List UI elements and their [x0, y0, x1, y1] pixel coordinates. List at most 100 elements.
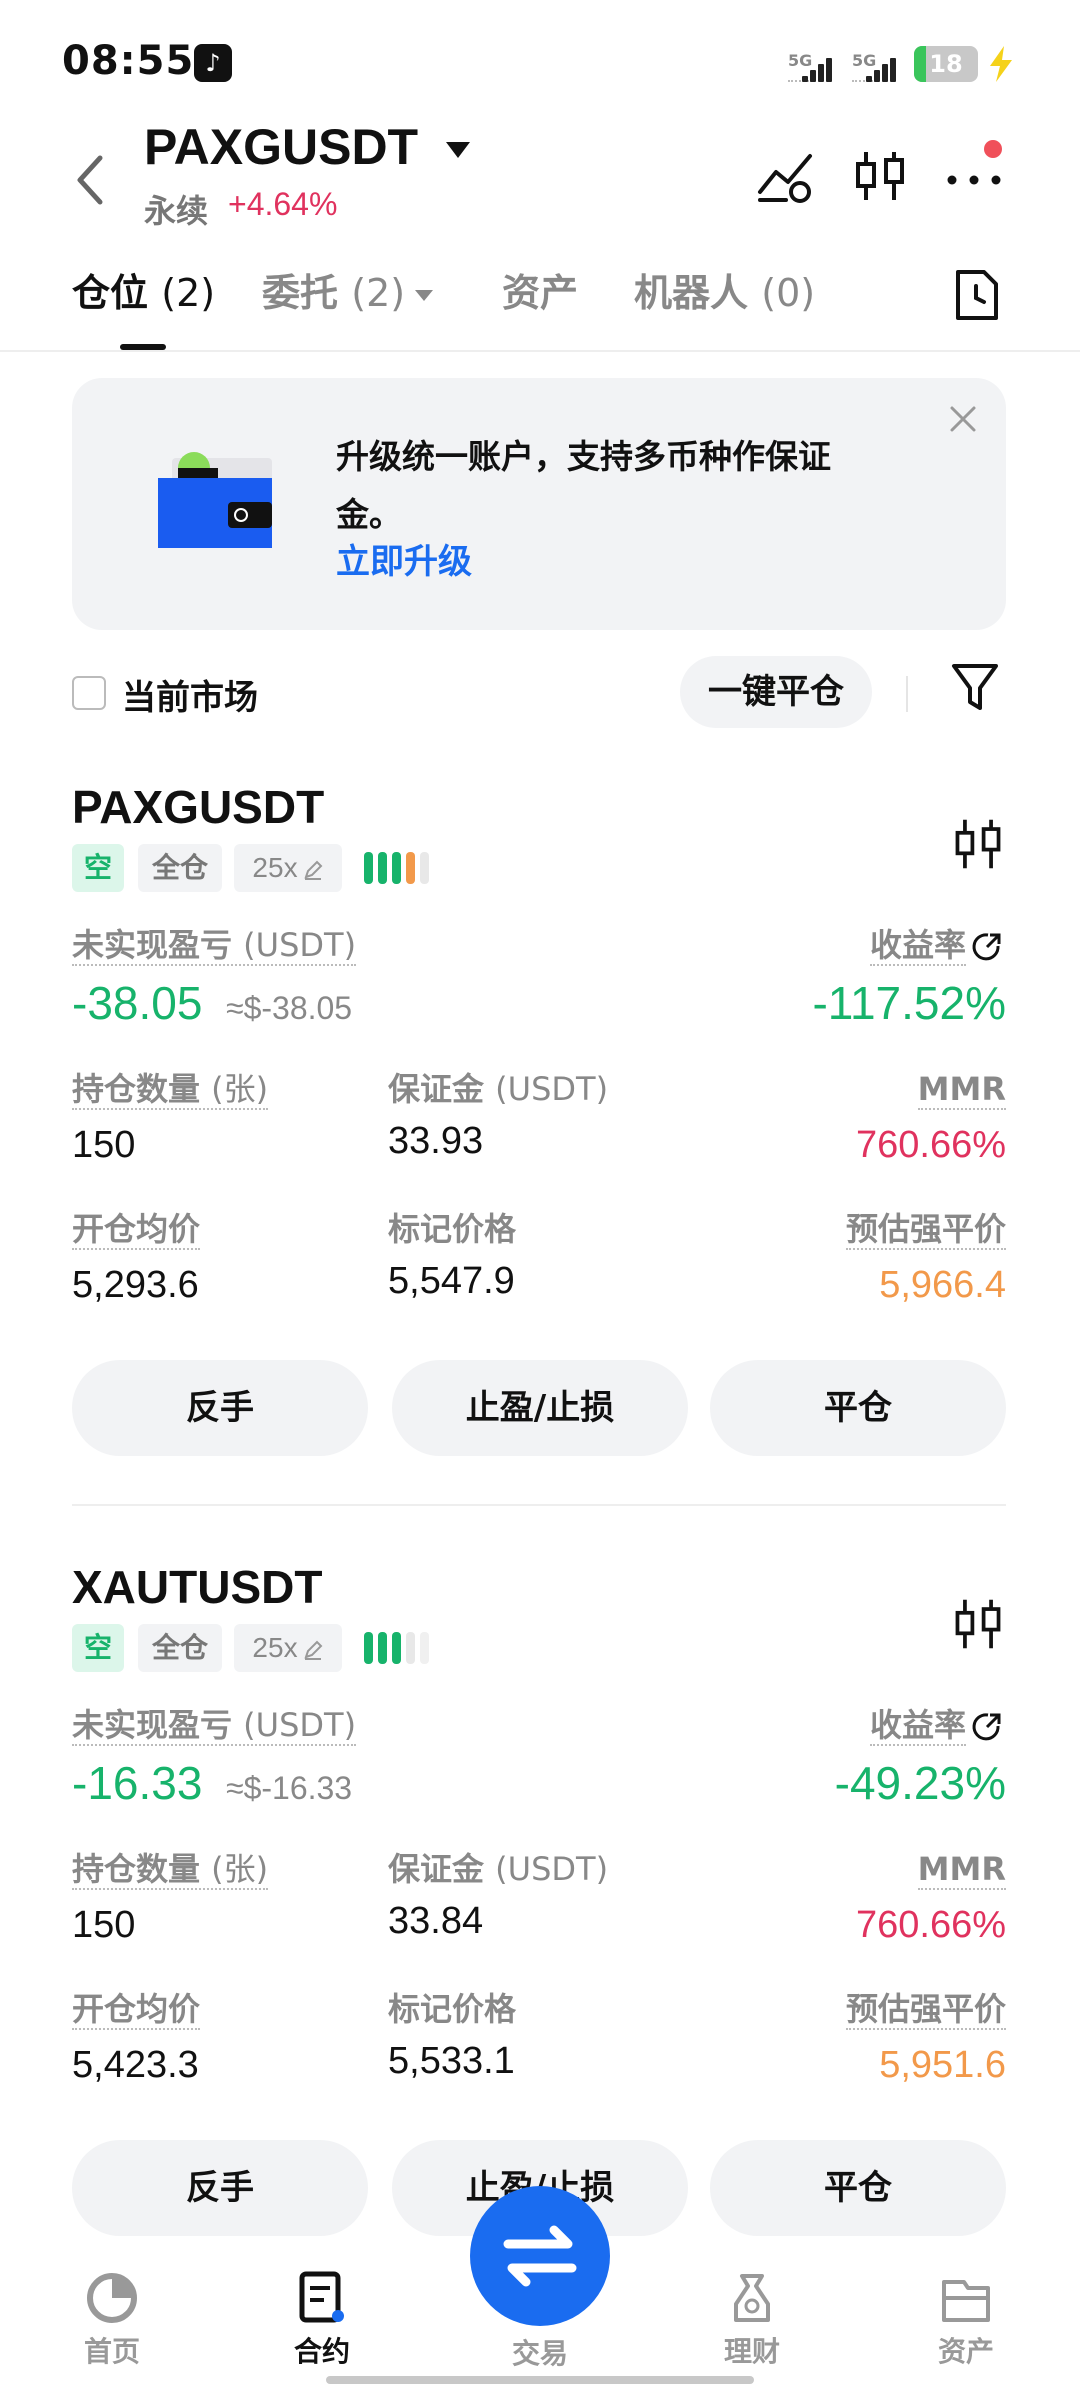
liq-price-label[interactable]: 预估强平价	[845, 1210, 1006, 1250]
mmr-value: 760.66%	[855, 1904, 1006, 1946]
unrealized-pnl-usd: ≈$-16.33	[226, 1770, 353, 1806]
contract-icon	[299, 2271, 344, 2323]
wallet-icon	[158, 452, 272, 548]
entry-price-label[interactable]: 开仓均价	[72, 1210, 201, 1250]
upgrade-link[interactable]: 立即升级	[336, 534, 472, 583]
wallet-nav-icon	[942, 2280, 990, 2322]
close-all-button[interactable]: 一键平仓	[680, 656, 872, 728]
unrealized-pnl-label[interactable]: 未实现盈亏 (USDT)	[72, 1706, 357, 1746]
qty-label[interactable]: 持仓数量 (张)	[72, 1850, 269, 1890]
divider	[906, 676, 908, 712]
caret-down-icon[interactable]	[444, 140, 472, 160]
unrealized-pnl-usd: ≈$-38.05	[226, 990, 353, 1026]
tab-bar: 仓位 (2) 委托 (2) 资产 机器人 (0)	[0, 262, 1080, 352]
side-badge: 空	[72, 844, 124, 892]
candlestick-icon[interactable]	[850, 146, 910, 206]
unrealized-pnl-label[interactable]: 未实现盈亏 (USDT)	[72, 926, 357, 966]
current-market-label[interactable]: 当前市场	[122, 670, 258, 719]
swap-icon	[503, 2225, 577, 2287]
finance-icon	[734, 2274, 770, 2322]
close-position-button[interactable]: 平仓	[710, 1360, 1006, 1456]
tp-sl-button[interactable]: 止盈/止损	[392, 1360, 688, 1456]
trade-fab-button[interactable]	[470, 2186, 610, 2326]
reverse-button[interactable]: 反手	[72, 2140, 368, 2236]
position-symbol[interactable]: PAXGUSDT	[72, 780, 324, 834]
header: PAXGUSDT 永续 +4.64%	[0, 110, 1080, 240]
position-card: PAXGUSDT 空 全仓 25x 未实现盈亏 (USDT) -38.05 ≈$…	[0, 780, 1080, 1480]
nav-assets[interactable]: 资产	[906, 2270, 1026, 2370]
margin-value: 33.93	[388, 1120, 484, 1162]
tab-underline	[120, 344, 166, 350]
reverse-button[interactable]: 反手	[72, 1360, 368, 1456]
pair-title[interactable]: PAXGUSDT	[144, 118, 418, 176]
mark-price-label: 标记价格	[388, 1990, 517, 2028]
liq-price-label[interactable]: 预估强平价	[845, 1990, 1006, 2030]
banner-text: 升级统一账户，支持多币种作保证金。	[336, 437, 831, 534]
margin-mode-badge: 全仓	[138, 1624, 222, 1672]
history-icon[interactable]	[952, 268, 1002, 322]
edit-icon	[303, 860, 322, 880]
close-position-button[interactable]: 平仓	[710, 2140, 1006, 2236]
nav-home[interactable]: 首页	[52, 2270, 172, 2370]
upgrade-banner: 升级统一账户，支持多币种作保证金。 立即升级	[72, 378, 1006, 630]
close-icon[interactable]	[948, 404, 978, 434]
roe-label[interactable]: 收益率	[869, 1706, 966, 1746]
share-icon[interactable]	[972, 1712, 1002, 1742]
home-icon	[87, 2273, 137, 2323]
side-badge: 空	[72, 1624, 124, 1672]
liq-price-value: 5,966.4	[879, 1264, 1006, 1306]
qty-value: 150	[72, 1904, 136, 1946]
nav-contracts[interactable]: 合约	[262, 2270, 382, 2370]
status-bar: 08:55 ♪ 5G 5G 18	[0, 0, 1080, 120]
candlestick-icon[interactable]	[950, 1596, 1006, 1652]
filter-icon[interactable]	[950, 660, 1000, 714]
roe-value: -117.52%	[812, 977, 1006, 1029]
notification-dot	[984, 140, 1002, 158]
tiktok-icon: ♪	[194, 44, 232, 82]
unrealized-pnl-value: -38.05	[72, 977, 203, 1029]
mark-price-label: 标记价格	[388, 1210, 517, 1248]
tab-orders[interactable]: 委托 (2)	[262, 262, 434, 317]
mark-price-value: 5,547.9	[388, 1260, 515, 1302]
signal-icon-2: 5G	[852, 44, 902, 84]
leverage-badge[interactable]: 25x	[234, 844, 342, 892]
mmr-value: 760.66%	[855, 1124, 1006, 1166]
entry-price-value: 5,293.6	[72, 1264, 199, 1306]
mmr-label[interactable]: MMR	[917, 1070, 1006, 1110]
nav-finance[interactable]: 理财	[692, 2270, 812, 2370]
qty-value: 150	[72, 1124, 136, 1166]
signal-icon: 5G	[788, 44, 838, 84]
qty-label[interactable]: 持仓数量 (张)	[72, 1070, 269, 1110]
roe-value: -49.23%	[834, 1757, 1006, 1809]
indicator-icon[interactable]	[756, 146, 816, 206]
leverage-badge[interactable]: 25x	[234, 1624, 342, 1672]
risk-indicator	[364, 852, 434, 884]
position-card: XAUTUSDT 空 全仓 25x 未实现盈亏 (USDT) -16.33 ≈$…	[0, 1560, 1080, 2236]
roe-label[interactable]: 收益率	[869, 926, 966, 966]
edit-icon	[303, 1640, 322, 1660]
margin-mode-badge: 全仓	[138, 844, 222, 892]
nav-trade[interactable]: 交易	[480, 2332, 600, 2372]
home-indicator	[326, 2376, 754, 2384]
tab-assets[interactable]: 资产	[502, 262, 578, 317]
unrealized-pnl-value: -16.33	[72, 1757, 203, 1809]
current-market-checkbox[interactable]	[72, 676, 106, 710]
price-change: +4.64%	[228, 186, 338, 222]
contract-type: 永续	[144, 192, 209, 230]
candlestick-icon[interactable]	[950, 816, 1006, 872]
margin-label: 保证金 (USDT)	[388, 1070, 609, 1108]
position-symbol[interactable]: XAUTUSDT	[72, 1560, 322, 1614]
battery-icon: 18	[914, 46, 978, 82]
tab-bots[interactable]: 机器人 (0)	[634, 262, 815, 317]
margin-label: 保证金 (USDT)	[388, 1850, 609, 1888]
risk-indicator	[364, 1632, 434, 1664]
card-divider	[72, 1504, 1006, 1506]
entry-price-label[interactable]: 开仓均价	[72, 1990, 201, 2030]
mmr-label[interactable]: MMR	[917, 1850, 1006, 1890]
chevron-down-icon	[415, 290, 434, 301]
margin-value: 33.84	[388, 1900, 484, 1942]
share-icon[interactable]	[972, 932, 1002, 962]
back-icon[interactable]	[70, 150, 110, 210]
tab-positions[interactable]: 仓位 (2)	[72, 262, 215, 317]
liq-price-value: 5,951.6	[879, 2044, 1006, 2086]
